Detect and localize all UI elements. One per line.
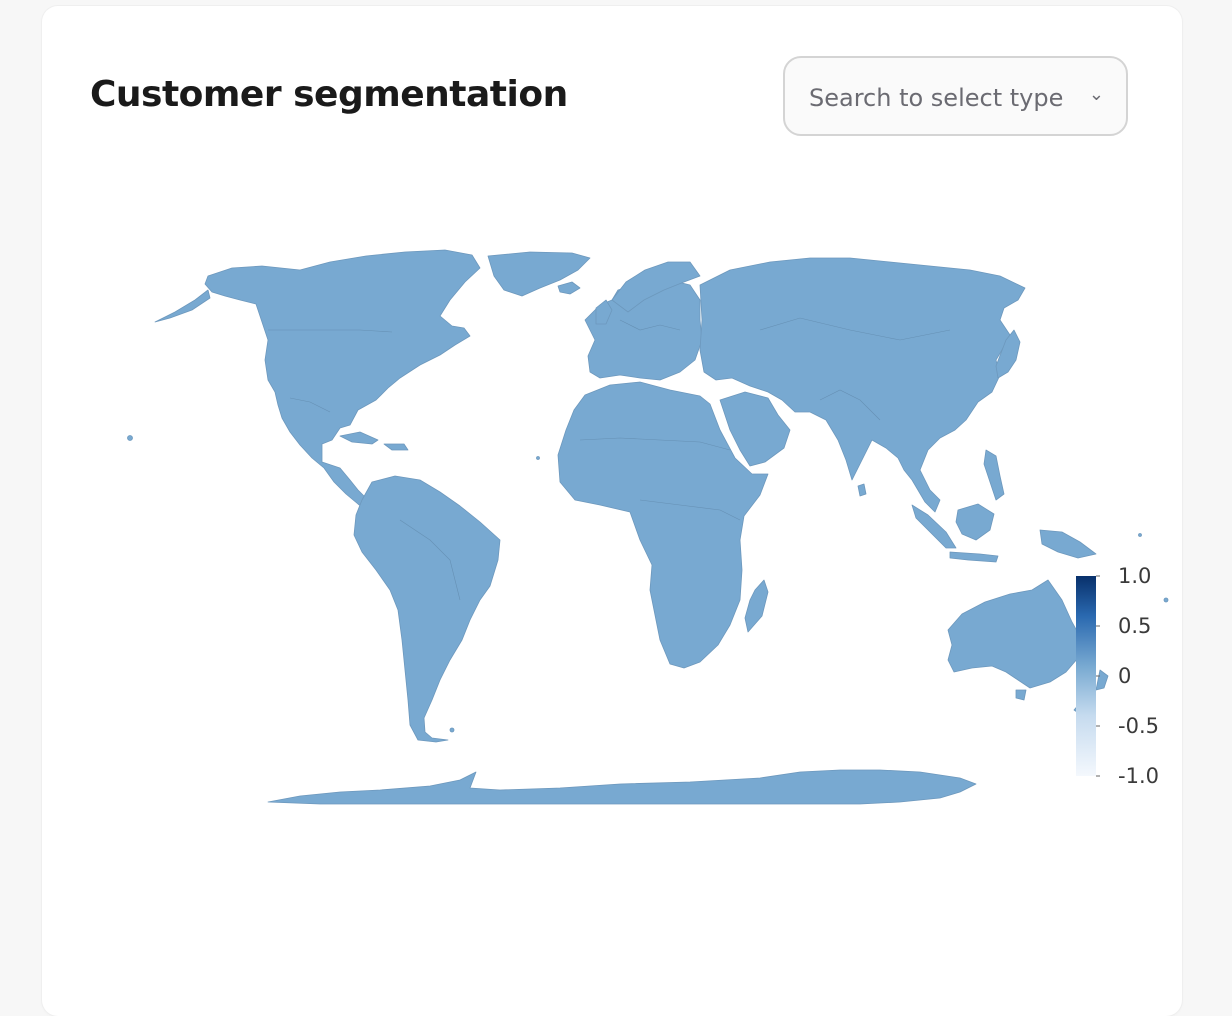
colorbar-tick-label: 0.5 (1118, 614, 1152, 638)
chart-card: Customer segmentation Search to select t… (42, 6, 1182, 1016)
colorbar-tick-label: 0 (1118, 664, 1132, 688)
chevron-down-icon: ⌄ (1088, 84, 1104, 104)
page-title: Customer segmentation (90, 74, 568, 115)
colorbar-tick-label: -0.5 (1118, 714, 1159, 738)
colorbar-tick-label: 1.0 (1118, 564, 1152, 588)
type-select-placeholder: Search to select type (809, 84, 1064, 112)
type-select[interactable]: Search to select type ⌄ (783, 56, 1128, 136)
colorbar-tick-label: -1.0 (1118, 764, 1159, 788)
